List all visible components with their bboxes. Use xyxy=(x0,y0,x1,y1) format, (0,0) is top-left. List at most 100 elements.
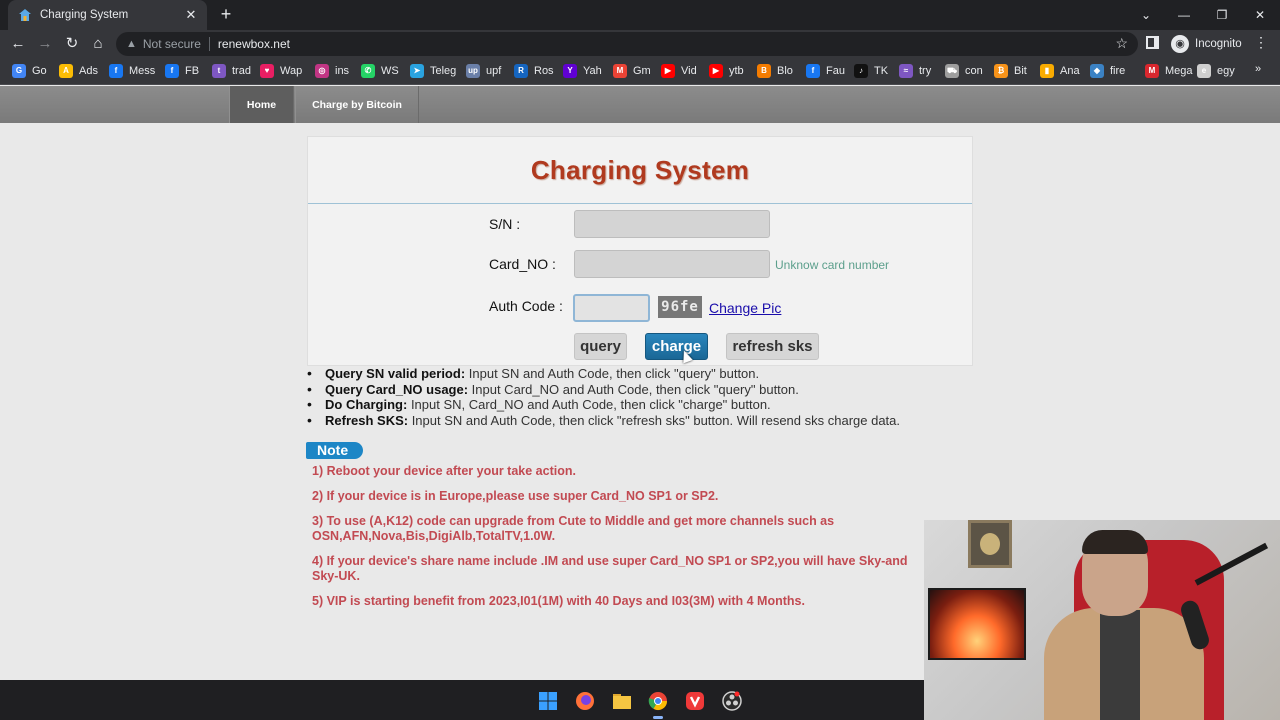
bookmark-bit[interactable]: ₿ Bit xyxy=(994,63,1027,79)
tiktok-icon: ♪ xyxy=(854,64,868,78)
bookmark-label: Ads xyxy=(79,65,98,77)
page-title: Charging System xyxy=(530,154,750,185)
charge-button[interactable]: charge xyxy=(645,333,708,360)
presenter-shirt xyxy=(1100,610,1140,720)
bookmark-upf[interactable]: up upf xyxy=(466,63,501,79)
sn-label: S/N : xyxy=(489,216,521,232)
url-text[interactable]: renewbox.net xyxy=(218,37,290,51)
list-item: Query Card_NO usage: Input Card_NO and A… xyxy=(307,382,947,398)
bookmark-fire[interactable]: ◆ fire xyxy=(1090,63,1125,79)
note-item: 1) Reboot your device after your take ac… xyxy=(312,464,576,478)
bookmark-blo[interactable]: B Blo xyxy=(757,63,793,79)
bookmark-try[interactable]: ≈ try xyxy=(899,63,931,79)
chrome-icon[interactable] xyxy=(647,690,669,719)
instruction-title: Query SN valid period: xyxy=(325,366,466,381)
file-explorer-icon[interactable] xyxy=(611,690,633,712)
nav-charge-by-bitcoin[interactable]: Charge by Bitcoin xyxy=(295,86,419,123)
obs-icon[interactable] xyxy=(721,690,743,712)
browser-tab[interactable]: Charging System ✕ xyxy=(8,0,207,30)
mega-icon: M xyxy=(1145,64,1159,78)
change-pic-link[interactable]: Change Pic xyxy=(709,300,781,316)
note-item: 2) If your device is in Europe,please us… xyxy=(312,489,719,503)
heart-icon: ♥ xyxy=(260,64,274,78)
home-icon[interactable]: ⌂ xyxy=(88,34,108,54)
bookmark-con[interactable]: ⛟ con xyxy=(945,63,983,79)
tab-title: Charging System xyxy=(40,9,129,21)
warning-triangle-icon: ▲ xyxy=(126,38,137,50)
menu-kebab-icon[interactable]: ⋮ xyxy=(1254,34,1268,51)
vivaldi-icon[interactable] xyxy=(684,690,706,712)
bookmark-fau[interactable]: f Fau xyxy=(806,63,845,79)
new-tab-button[interactable]: + xyxy=(216,4,236,24)
panel-header: Charging System xyxy=(308,137,972,204)
bookmark-label: egy xyxy=(1217,65,1235,77)
note-item: 5) VIP is starting benefit from 2023,I01… xyxy=(312,594,805,608)
side-panel-icon[interactable] xyxy=(1146,36,1159,49)
bookmark-ins[interactable]: ◎ ins xyxy=(315,63,349,79)
bookmark-wap[interactable]: ♥ Wap xyxy=(260,63,302,79)
bookmarks-bar: G Go A Ads f Mess f FB t trad ♥ Wap ◎ ins ✆ WS ➤ Teleg up u… xyxy=(0,58,1280,85)
bookmark-label: Wap xyxy=(280,65,303,77)
analytics-icon: ▮ xyxy=(1040,64,1054,78)
facebook-icon: f xyxy=(806,64,820,78)
forward-arrow-icon[interactable]: → xyxy=(35,34,55,54)
presenter xyxy=(1044,530,1204,720)
bookmark-label: ytb xyxy=(729,65,744,77)
address-bar[interactable]: ▲ Not secure renewbox.net ☆ xyxy=(116,32,1138,56)
firefox-icon[interactable] xyxy=(574,690,596,712)
windows-start-icon[interactable] xyxy=(537,690,559,712)
sn-input[interactable] xyxy=(574,210,770,238)
bookmark-mess[interactable]: f Mess xyxy=(109,63,155,79)
bookmark-egy[interactable]: e egy xyxy=(1197,63,1235,79)
bookmark-label: WS xyxy=(381,65,399,77)
bookmark-label: con xyxy=(965,65,983,77)
bookmark-gm[interactable]: M Gm xyxy=(613,63,651,79)
bookmark-star-icon[interactable]: ☆ xyxy=(1115,35,1128,52)
bookmark-label: Teleg xyxy=(430,65,457,77)
reload-icon[interactable]: ↻ xyxy=(62,34,82,54)
instructions-list: Query SN valid period: Input SN and Auth… xyxy=(307,366,947,428)
bookmark-ws[interactable]: ✆ WS xyxy=(361,63,399,79)
bookmark-mega[interactable]: M Mega xyxy=(1145,63,1193,79)
tab-search-icon[interactable]: ⌄ xyxy=(1127,0,1165,30)
back-arrow-icon[interactable]: ← xyxy=(8,34,28,54)
bookmark-fb[interactable]: f FB xyxy=(165,63,199,79)
bookmark-ads[interactable]: A Ads xyxy=(59,63,98,79)
telegram-icon: ➤ xyxy=(410,64,424,78)
notes-list: 1) Reboot your device after your take ac… xyxy=(312,464,924,619)
bookmark-yah[interactable]: Y Yah xyxy=(563,63,602,79)
bookmark-label: Blo xyxy=(777,65,793,77)
tab-close-icon[interactable]: ✕ xyxy=(183,7,199,23)
bookmark-ytb[interactable]: ▶ ytb xyxy=(709,63,744,79)
nav-home[interactable]: Home xyxy=(229,86,294,123)
bookmark-label: Vid xyxy=(681,65,697,77)
incognito-indicator[interactable]: ◉ Incognito xyxy=(1171,34,1242,54)
egy-icon: e xyxy=(1197,64,1211,78)
bookmark-ana[interactable]: ▮ Ana xyxy=(1040,63,1080,79)
auth-code-input[interactable] xyxy=(573,294,650,322)
restore-icon[interactable]: ❐ xyxy=(1203,0,1241,30)
bookmark-vid[interactable]: ▶ Vid xyxy=(661,63,697,79)
note-item: 4) If your device's share name include .… xyxy=(312,554,908,583)
bookmark-label: Bit xyxy=(1014,65,1027,77)
refresh-sks-button[interactable]: refresh sks xyxy=(726,333,819,360)
bookmark-ros[interactable]: R Ros xyxy=(514,63,554,79)
bookmark-trad[interactable]: t trad xyxy=(212,63,251,79)
bookmark-label: try xyxy=(919,65,932,77)
close-window-icon[interactable]: ✕ xyxy=(1241,0,1279,30)
bookmark-teleg[interactable]: ➤ Teleg xyxy=(410,63,456,79)
bookmark-go[interactable]: G Go xyxy=(12,63,47,79)
google-icon: G xyxy=(12,64,26,78)
bookmark-label: Ros xyxy=(534,65,554,77)
bookmark-label: Yah xyxy=(583,65,602,77)
browser-toolbar: ← → ↻ ⌂ ▲ Not secure renewbox.net ☆ ◉ In… xyxy=(0,30,1280,58)
card-no-input[interactable] xyxy=(574,250,770,278)
query-button[interactable]: query xyxy=(574,333,627,360)
bookmark-tk[interactable]: ♪ TK xyxy=(854,63,888,79)
minimize-icon[interactable]: — xyxy=(1165,0,1203,30)
bookmarks-overflow-icon[interactable]: » xyxy=(1255,63,1261,75)
taskbar xyxy=(0,680,924,720)
security-label[interactable]: Not secure xyxy=(143,37,201,51)
facebook-icon: f xyxy=(165,64,179,78)
google-ads-icon: A xyxy=(59,64,73,78)
